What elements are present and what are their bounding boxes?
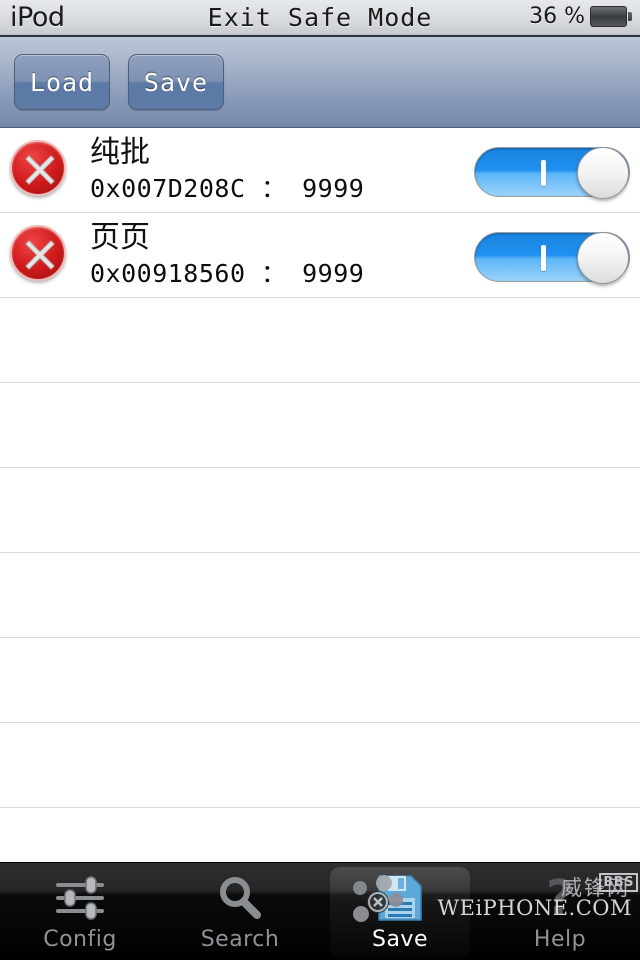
question-mark-icon: ? (531, 871, 589, 925)
table-row-empty[interactable] (0, 553, 640, 638)
table-row-empty[interactable] (0, 383, 640, 468)
battery-icon (590, 6, 632, 28)
entry-address: 0x00918560 ： 9999 (90, 259, 365, 288)
app-screen: iPod Exit Safe Mode 36 % Load Save 纯批 0x0… (0, 0, 640, 960)
toggle-knob[interactable] (577, 232, 629, 284)
tab-config[interactable]: Config (0, 863, 160, 960)
tab-bar: Config Search Save? Help (0, 862, 640, 960)
row-text: 纯批 0x007D208C ： 9999 (90, 134, 364, 206)
table-row[interactable]: 页页 0x00918560 ： 9999 (0, 213, 640, 298)
tab-save[interactable]: Save (320, 863, 480, 960)
tab-search[interactable]: Search (160, 863, 320, 960)
load-button[interactable]: Load (14, 54, 110, 110)
entry-name: 纯批 (90, 135, 150, 170)
toggle-on-bar (541, 160, 546, 186)
table-row-empty[interactable] (0, 638, 640, 723)
table-row-empty[interactable] (0, 468, 640, 553)
toggle-knob[interactable] (577, 147, 629, 199)
tab-help[interactable]: ? Help (480, 863, 640, 960)
battery-cap (628, 12, 632, 21)
entry-list[interactable]: 纯批 0x007D208C ： 9999 页页 0x00918560 ： 9999 (0, 128, 640, 893)
entry-toggle[interactable] (474, 147, 630, 199)
tab-label: Save (371, 927, 428, 952)
tab-label: Help (533, 927, 587, 952)
battery-percent-label: 36 % (529, 4, 585, 29)
entry-name: 页页 (90, 220, 150, 255)
delete-circle-icon[interactable] (10, 140, 66, 196)
row-text: 页页 0x00918560 ： 9999 (90, 219, 364, 291)
entry-address: 0x007D208C ： 9999 (90, 174, 365, 203)
table-row-empty[interactable] (0, 298, 640, 383)
toolbar: Load Save (0, 35, 640, 128)
table-row[interactable]: 纯批 0x007D208C ： 9999 (0, 128, 640, 213)
table-row-empty[interactable] (0, 723, 640, 808)
svg-text:?: ? (546, 872, 574, 924)
floppy-disk-icon (371, 871, 429, 925)
battery-body (590, 6, 627, 27)
status-bar-right: 36 % (529, 4, 632, 29)
save-button[interactable]: Save (128, 54, 224, 110)
toggle-on-bar (541, 245, 546, 271)
status-bar: iPod Exit Safe Mode 36 % (0, 0, 640, 36)
delete-circle-icon[interactable] (10, 225, 66, 281)
entry-toggle[interactable] (474, 232, 630, 284)
tab-label: Config (43, 927, 117, 952)
sliders-icon (51, 871, 109, 925)
tab-label: Search (200, 927, 280, 952)
search-icon (211, 871, 269, 925)
